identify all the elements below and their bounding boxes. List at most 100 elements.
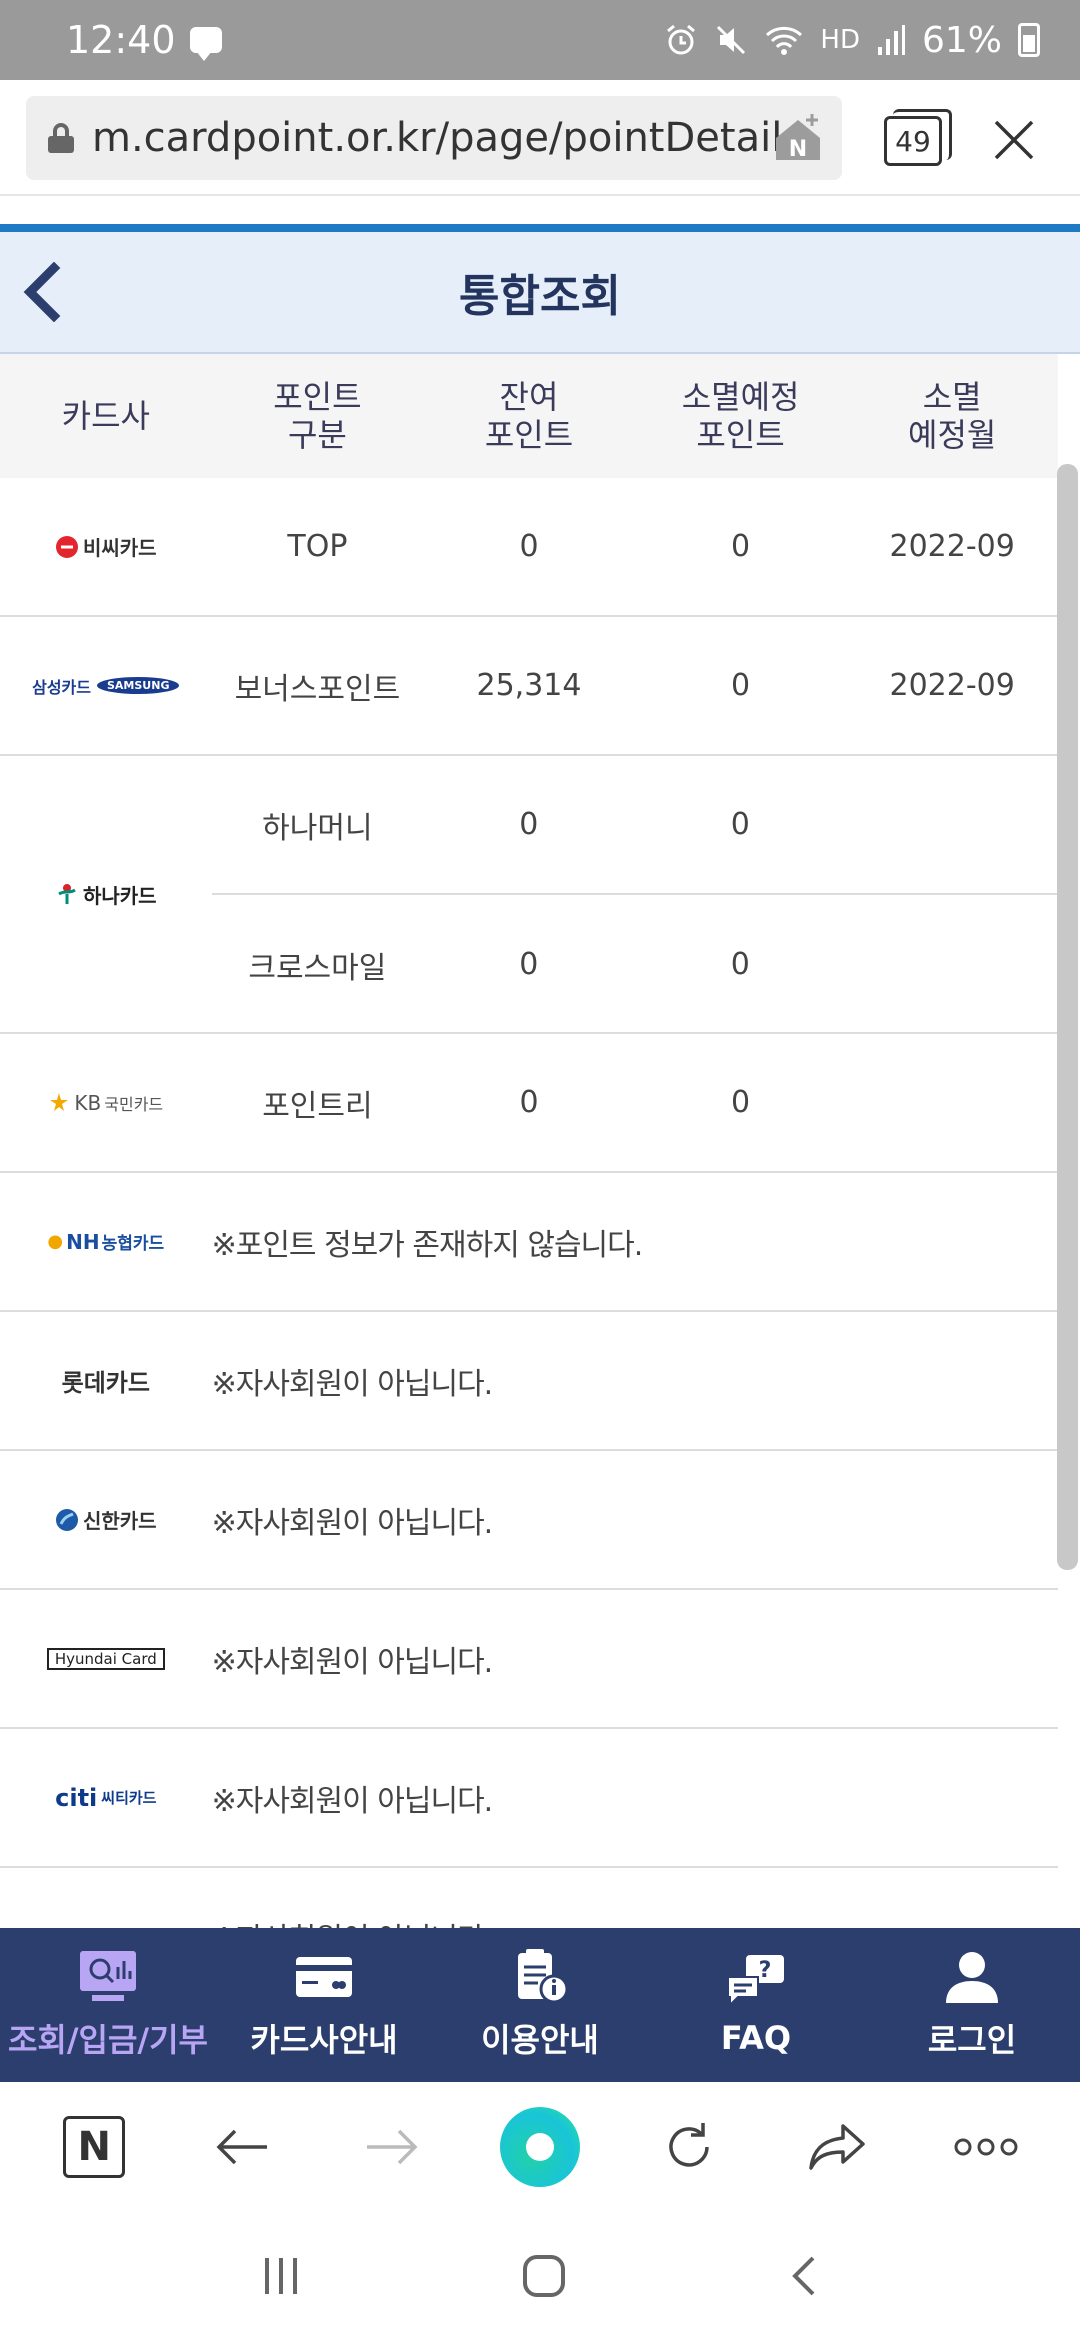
hd-voice-label: HD — [820, 25, 860, 55]
monitor-search-icon — [80, 1951, 136, 2001]
expiry-month: 2022-09 — [889, 668, 1015, 703]
column-expiring-points: 소멸예정 포인트 — [681, 378, 800, 454]
battery-icon — [1018, 23, 1040, 57]
remaining-points: 0 — [519, 947, 539, 982]
header-accent-line — [0, 224, 1080, 232]
table-header: 카드사 포인트 구분 잔여 포인트 소멸예정 포인트 소멸 예정월 — [0, 354, 1058, 478]
lock-icon — [48, 123, 74, 153]
more-button[interactable] — [946, 2107, 1026, 2187]
citi-card-logo: citi 씨티카드 — [55, 1783, 157, 1812]
arrow-right-icon — [367, 2129, 418, 2165]
nav-inquiry[interactable]: 조회/입금/기부 — [0, 1928, 216, 2082]
close-icon[interactable] — [990, 116, 1038, 164]
wifi-icon — [766, 26, 803, 55]
column-remaining-points: 잔여 포인트 — [484, 378, 574, 454]
table-row-samsung: 삼성카드 SAMSUNG 보너스포인트 25,314 0 2022-09 — [0, 617, 1058, 756]
expiring-points: 0 — [731, 668, 751, 703]
url-input[interactable]: m.cardpoint.or.kr/page/pointDetail N — [26, 96, 842, 180]
bottom-nav: 조회/입금/기부 카드사안내 이용안내 ? FAQ 로그인 — [0, 1928, 1080, 2082]
nh-card-logo: ● NH 농협카드 — [47, 1229, 165, 1255]
back-arrow-icon[interactable] — [18, 262, 68, 322]
back-button[interactable] — [203, 2107, 283, 2187]
expiring-points: 0 — [731, 529, 751, 564]
browser-url-area: m.cardpoint.or.kr/page/pointDetail N 49 — [0, 80, 1080, 196]
svg-text:?: ? — [759, 1958, 772, 1983]
nh-logo-icon: ● — [47, 1231, 64, 1252]
point-type: 하나머니 — [262, 810, 373, 846]
kb-star-icon — [50, 1092, 69, 1111]
hyundai-card-logo: Hyundai Card — [0, 1647, 212, 1670]
arrow-left-icon — [216, 2129, 267, 2165]
share-arrow-icon — [809, 2124, 865, 2170]
status-bar: 12:40 HD 61% — [0, 0, 1080, 80]
remaining-points: 0 — [519, 807, 539, 842]
url-text: m.cardpoint.or.kr/page/pointDetail — [92, 115, 783, 161]
lotte-card-logo: 롯데카드 — [61, 1369, 150, 1397]
table-row-hyundai: Hyundai Card ※자사회원이 아닙니다. — [0, 1590, 1058, 1729]
browser-toolbar: N — [0, 2082, 1080, 2212]
forward-button[interactable] — [351, 2107, 431, 2187]
point-type: 포인트리 — [262, 1088, 373, 1124]
bc-logo-icon — [55, 535, 78, 558]
page-header: 통합조회 — [0, 232, 1080, 354]
hana-subrow-crossmile: 크로스마일 0 0 — [212, 895, 1058, 1034]
mute-icon — [717, 25, 746, 55]
nav-usage-guide[interactable]: 이용안내 — [432, 1928, 648, 2082]
clipboard-info-icon — [518, 1949, 569, 2004]
status-time: 12:40 — [66, 18, 176, 62]
home-icon[interactable] — [520, 2252, 568, 2300]
recent-apps-icon[interactable] — [259, 2254, 303, 2298]
remaining-points: 0 — [519, 1085, 539, 1120]
more-dots-icon — [954, 2138, 1018, 2156]
credit-card-icon — [296, 1957, 352, 1997]
bc-card-logo: 비씨카드 — [0, 532, 212, 561]
tabs-button[interactable]: 49 — [884, 109, 952, 166]
kb-card-logo: KB 국민카드 — [0, 1091, 212, 1115]
hana-card-logo: 하나카드 — [0, 880, 212, 909]
share-button[interactable] — [797, 2107, 877, 2187]
point-type: TOP — [287, 529, 348, 564]
refresh-button[interactable] — [649, 2107, 729, 2187]
column-card-company: 카드사 — [61, 397, 150, 435]
column-point-type: 포인트 구분 — [273, 378, 362, 454]
table-row-lotte: 롯데카드 ※자사회원이 아닙니다. — [0, 1312, 1058, 1451]
nav-faq[interactable]: ? FAQ — [648, 1928, 864, 2082]
naver-home-button[interactable]: N — [54, 2107, 134, 2187]
refresh-icon — [668, 2123, 709, 2167]
scrollbar[interactable] — [1057, 464, 1078, 1570]
status-icons: HD 61% — [664, 20, 1040, 61]
system-nav-bar — [0, 2212, 1080, 2340]
green-dot-icon — [499, 2107, 580, 2187]
non-member-message: ※자사회원이 아닙니다. — [211, 1644, 494, 1680]
n-logo-icon: N — [63, 2116, 126, 2178]
table-row-kb: KB 국민카드 포인트리 0 0 — [0, 1034, 1058, 1173]
no-point-info-message: ※포인트 정보가 존재하지 않습니다. — [211, 1227, 644, 1263]
battery-percent: 61% — [921, 19, 1002, 61]
table-row-shinhan: 신한카드 ※자사회원이 아닙니다. — [0, 1451, 1058, 1590]
point-type: 크로스마일 — [248, 950, 387, 986]
system-back-icon[interactable] — [785, 2252, 821, 2300]
signal-icon — [877, 25, 905, 55]
expiring-points: 0 — [730, 947, 750, 982]
home-add-icon[interactable]: N — [772, 112, 824, 164]
non-member-message: ※자사회원이 아닙니다. — [211, 1505, 494, 1541]
remaining-points: 0 — [519, 529, 539, 564]
chat-question-icon: ? — [727, 1955, 784, 2008]
page-title: 통합조회 — [459, 271, 621, 322]
remaining-points: 25,314 — [476, 668, 582, 703]
shinhan-logo-icon — [55, 1508, 78, 1531]
chat-notification-icon — [189, 27, 222, 61]
table-row-nh: ● NH 농협카드 ※포인트 정보가 존재하지 않습니다. — [0, 1173, 1058, 1312]
non-member-message: ※자사회원이 아닙니다. — [211, 1366, 494, 1402]
nav-card-companies[interactable]: 카드사안내 — [216, 1928, 432, 2082]
user-icon — [946, 1952, 998, 2003]
hana-logo-icon — [58, 884, 76, 904]
hana-subrow-money: 하나머니 0 0 — [211, 756, 1058, 895]
green-dot-button[interactable] — [499, 2107, 580, 2187]
nav-login[interactable]: 로그인 — [864, 1928, 1080, 2082]
table-row-citi: citi 씨티카드 ※자사회원이 아닙니다. — [0, 1729, 1058, 1868]
expiry-month: 2022-09 — [889, 529, 1015, 564]
shinhan-card-logo: 신한카드 — [0, 1505, 212, 1534]
table-row-bc: 비씨카드 TOP 0 0 2022-09 — [0, 478, 1058, 617]
svg-text:N: N — [789, 137, 807, 162]
